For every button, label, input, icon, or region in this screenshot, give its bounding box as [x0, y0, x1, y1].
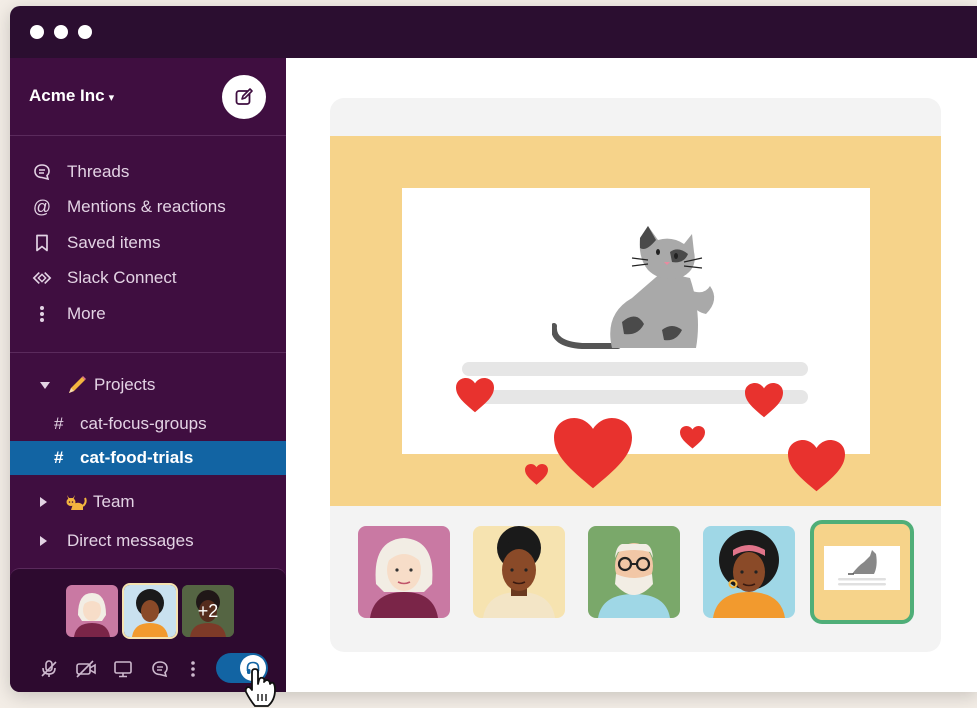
compose-button[interactable]: [222, 75, 266, 119]
sidebar: Acme Inc ▾ Threads @ Mentions & reactions: [10, 58, 286, 692]
chevron-down-icon: ▾: [108, 92, 115, 104]
window-dot-minimize[interactable]: [54, 25, 68, 39]
video-off-icon: [75, 660, 96, 678]
huddle-controls: [30, 657, 208, 681]
caret-down-icon: [40, 381, 50, 389]
section-label: Direct messages: [67, 531, 194, 550]
section-label: Team: [93, 492, 135, 511]
compose-icon: [235, 88, 253, 105]
screen-share-thumbnail: [824, 546, 900, 590]
participant-tile[interactable]: [703, 526, 795, 618]
section-projects[interactable]: Projects: [10, 368, 286, 402]
participant-tile[interactable]: [473, 526, 565, 618]
bookmark-icon: [32, 233, 52, 253]
hearts-decoration: [456, 378, 845, 492]
hand-cursor-icon: [244, 668, 276, 707]
channel-name: cat-food-trials: [80, 448, 194, 467]
main-content: [286, 58, 977, 692]
share-screen-button[interactable]: [104, 657, 141, 681]
huddle-avatar[interactable]: [66, 585, 118, 637]
huddle-avatar-overflow[interactable]: +2: [182, 585, 234, 637]
nav-label: Saved items: [67, 232, 161, 252]
huddle-avatar-speaking[interactable]: [124, 585, 176, 637]
participant-tile[interactable]: [588, 526, 680, 618]
hash-icon: #: [54, 414, 64, 433]
monitor-icon: [113, 661, 132, 678]
workspace-switcher[interactable]: Acme Inc ▾: [29, 86, 114, 106]
huddle-thread-button[interactable]: [141, 657, 178, 681]
video-button[interactable]: [67, 657, 104, 681]
nav-item-more[interactable]: More: [10, 296, 286, 332]
section-team[interactable]: Team: [10, 485, 286, 519]
nav-item-slack-connect[interactable]: Slack Connect: [10, 261, 286, 297]
screen-share-tile[interactable]: [810, 520, 914, 624]
threads-icon: [32, 162, 52, 182]
participant-tile[interactable]: [358, 526, 450, 618]
more-vertical-icon: [32, 304, 52, 324]
shared-screen: [330, 136, 941, 506]
huddle-more-button[interactable]: [178, 657, 208, 681]
channel-cat-food-trials[interactable]: # cat-food-trials: [10, 441, 286, 475]
section-direct-messages[interactable]: Direct messages: [10, 524, 286, 558]
workspace-header: Acme Inc ▾: [10, 58, 286, 136]
nav-item-threads[interactable]: Threads: [10, 154, 286, 190]
nav-label: Mentions & reactions: [67, 197, 226, 217]
mute-button[interactable]: [30, 657, 67, 681]
nav-item-saved[interactable]: Saved items: [10, 225, 286, 261]
more-vertical-icon: [191, 661, 195, 677]
message-icon: [151, 661, 168, 678]
nav-list: Threads @ Mentions & reactions Saved ite…: [10, 154, 286, 332]
app-window: Acme Inc ▾ Threads @ Mentions & reactions: [10, 6, 977, 692]
window-dot-maximize[interactable]: [78, 25, 92, 39]
caret-right-icon: [40, 497, 47, 507]
window-dot-close[interactable]: [30, 25, 44, 39]
channel-cat-focus-groups[interactable]: # cat-focus-groups: [10, 407, 286, 441]
overflow-count: +2: [182, 585, 234, 637]
caret-right-icon: [40, 536, 47, 546]
title-bar: [10, 6, 977, 58]
hash-icon: #: [54, 448, 64, 467]
nav-item-mentions[interactable]: @ Mentions & reactions: [10, 190, 286, 226]
mic-off-icon: [40, 660, 57, 677]
nav-label: More: [67, 303, 106, 323]
workspace-name: Acme Inc: [29, 86, 105, 105]
section-label: Projects: [94, 375, 156, 394]
slack-connect-icon: [32, 268, 52, 288]
nav-label: Threads: [67, 161, 130, 181]
pencil-icon: [66, 374, 88, 396]
cat-icon: [65, 492, 87, 512]
huddle-screen-share: [330, 98, 941, 652]
huddle-participants: [330, 520, 941, 628]
at-icon: @: [32, 196, 52, 217]
nav-label: Slack Connect: [67, 268, 177, 288]
channel-name: cat-focus-groups: [80, 414, 207, 433]
divider: [10, 352, 286, 353]
